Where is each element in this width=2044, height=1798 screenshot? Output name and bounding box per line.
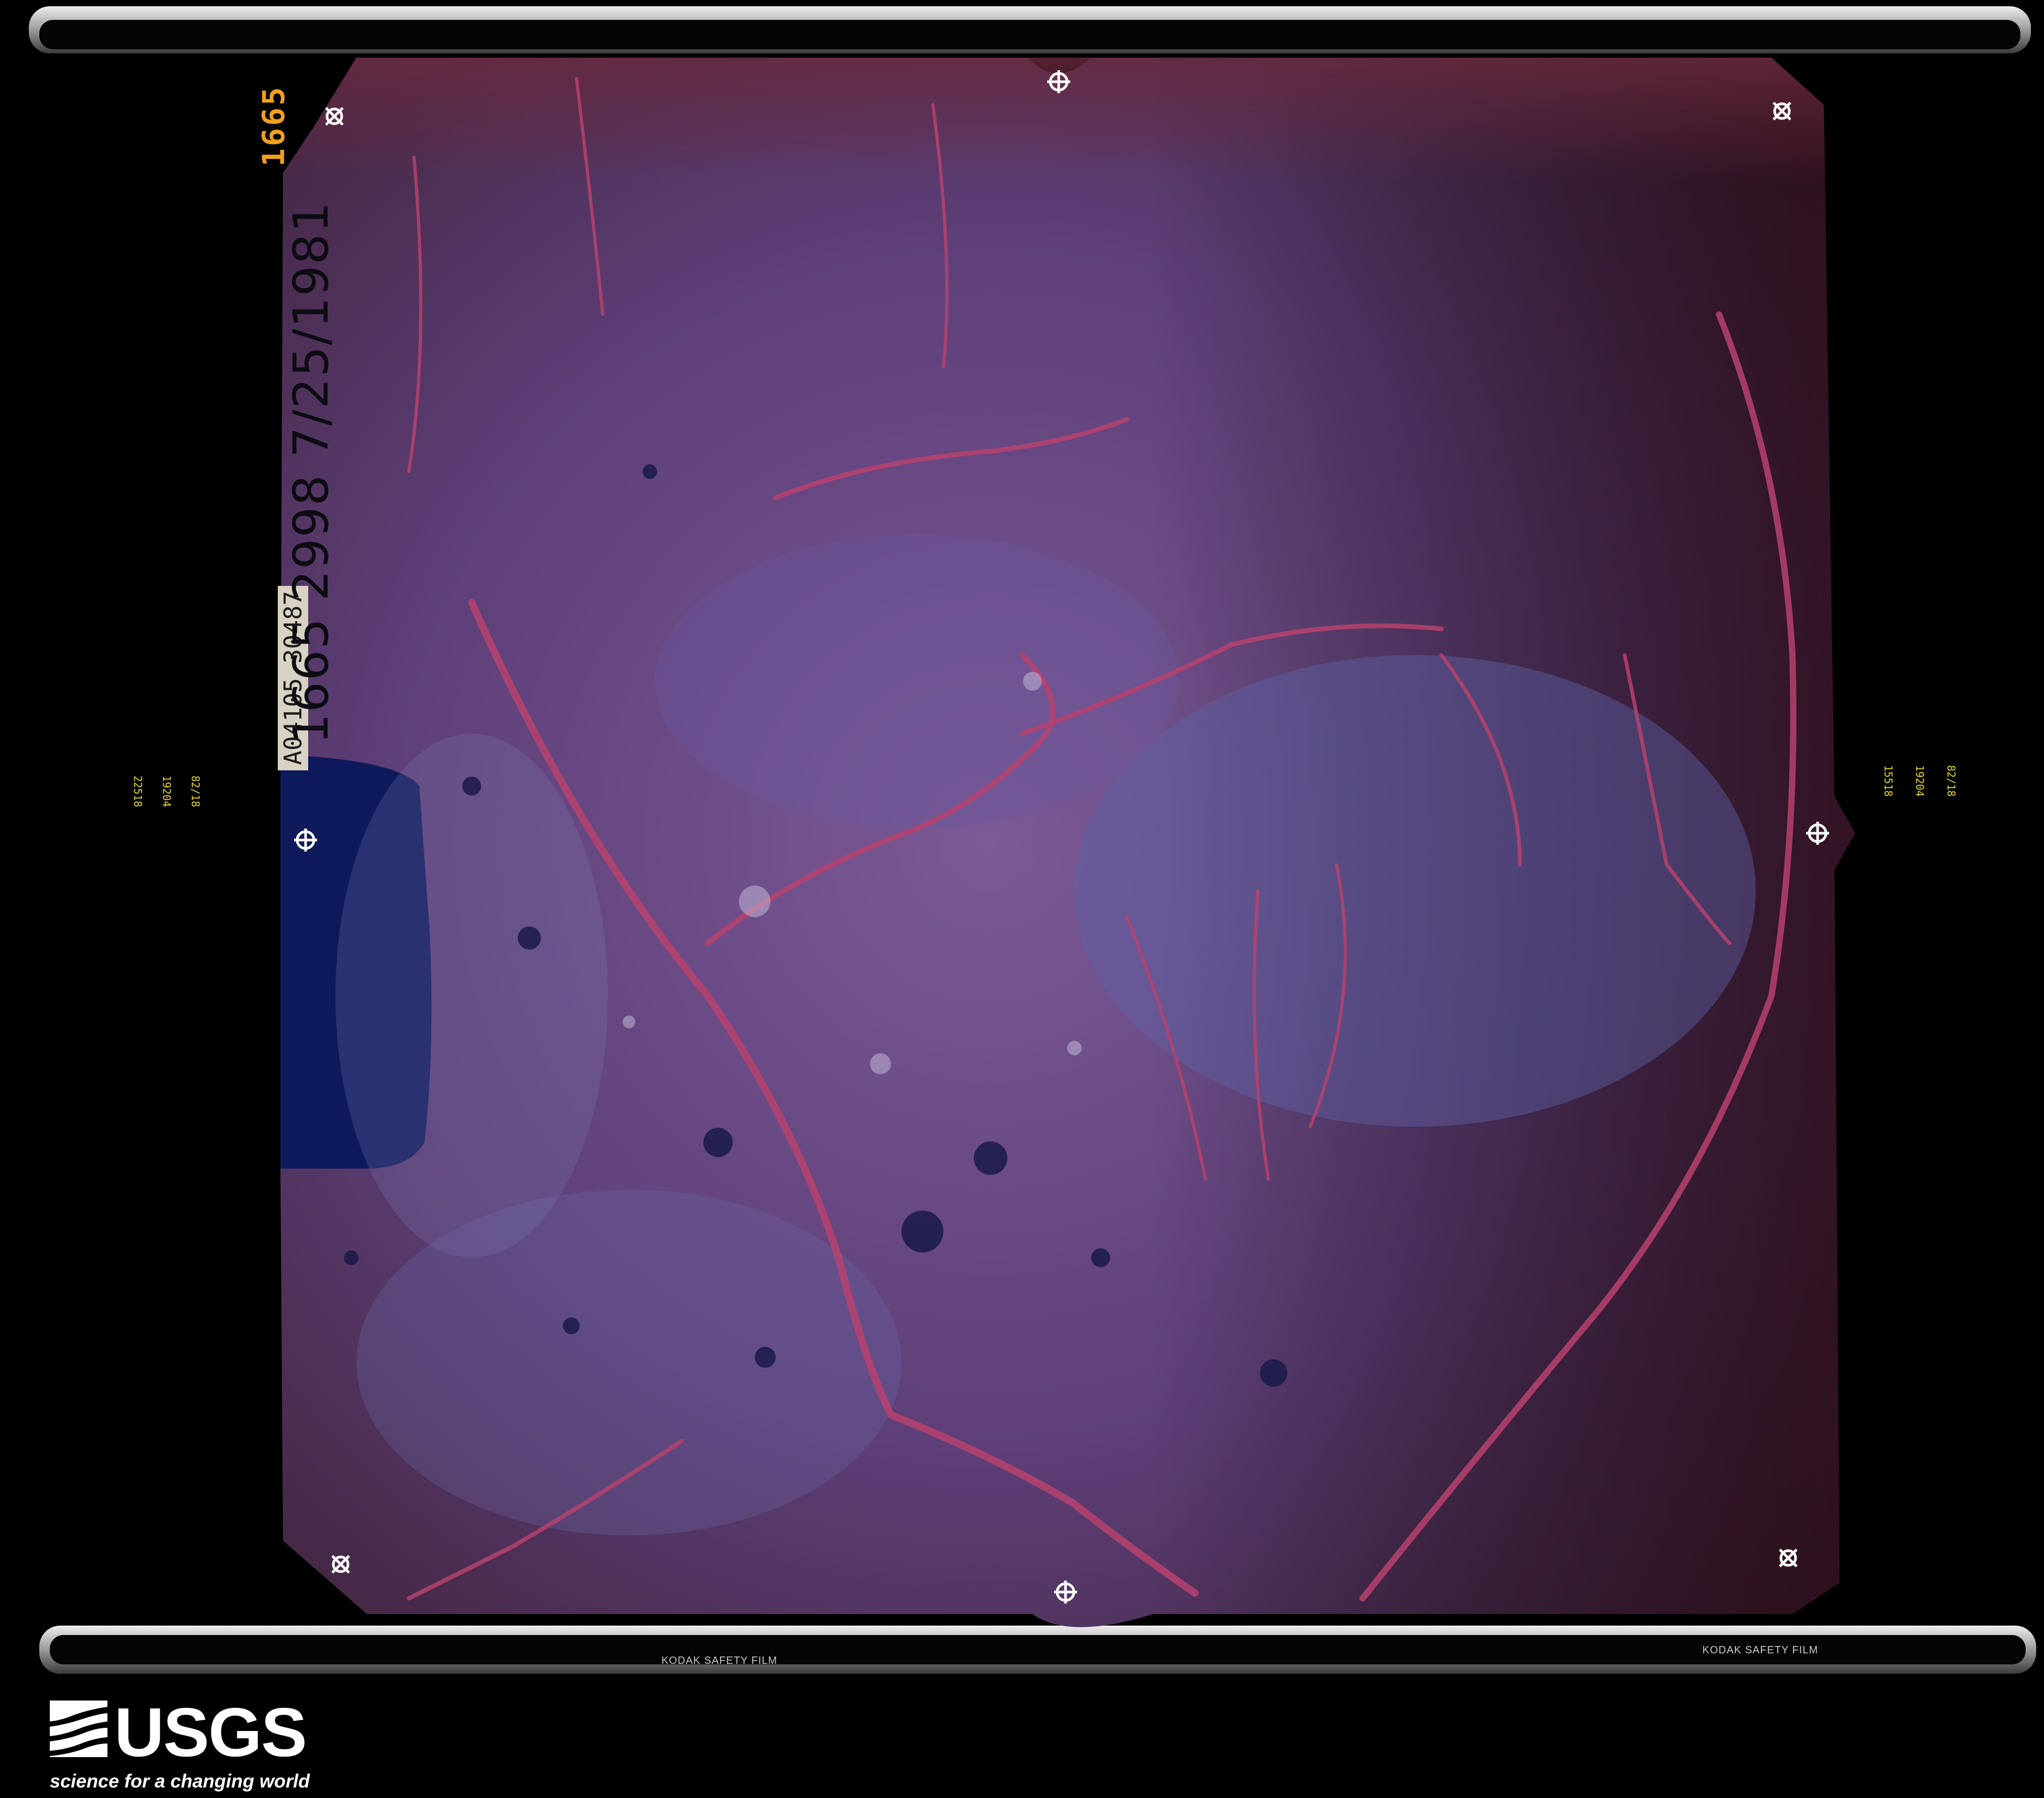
side-code-right-3: 82/18 xyxy=(1945,765,1958,797)
handwritten-photo-id: 1665 2998 7/25/1981 xyxy=(283,201,339,744)
side-code-left-1: 22518 xyxy=(132,776,144,808)
usgs-tagline: science for a changing world xyxy=(50,1770,310,1792)
frame-number: 1665 xyxy=(256,85,291,167)
side-code-left-3: 82/18 xyxy=(189,776,202,808)
film-edge-text-left: KODAK SAFETY FILM xyxy=(661,1655,778,1666)
side-code-right-2: 19204 xyxy=(1913,765,1926,797)
usgs-wordmark: USGS xyxy=(114,1694,307,1771)
terrain-image xyxy=(280,58,1855,1627)
film-edge-text-right: KODAK SAFETY FILM xyxy=(1702,1644,1819,1656)
side-code-right-1: 15518 xyxy=(1882,765,1895,797)
side-code-left-2: 19204 xyxy=(160,776,173,808)
